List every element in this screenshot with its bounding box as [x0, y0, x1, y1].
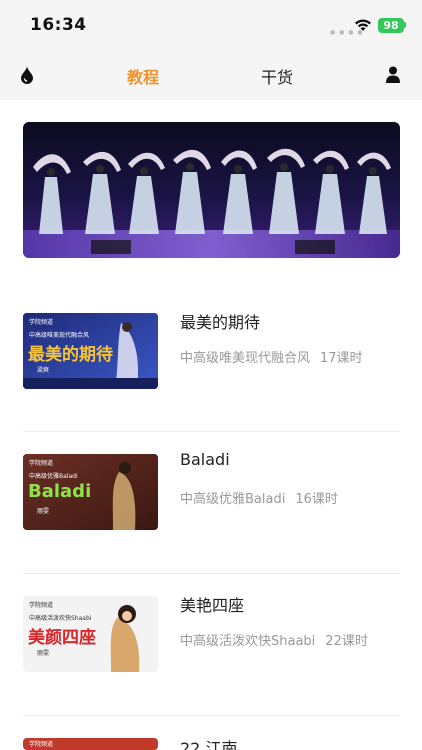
- drop-icon[interactable]: [20, 66, 34, 84]
- course-title: 22.江南: [180, 739, 238, 750]
- thumb-big-title: Baladi: [28, 481, 92, 502]
- course-level: 中高级活泼欢快Shaabi: [180, 634, 316, 649]
- status-time: 16:34: [30, 15, 87, 35]
- course-lessons: 22课时: [325, 634, 368, 649]
- course-thumbnail: 学院频道 中高级优雅Baladi Baladi 丽雯: [23, 454, 158, 530]
- thumb-big-title: 美颜四座: [28, 628, 96, 648]
- tab-tutorial[interactable]: 教程: [127, 64, 159, 88]
- divider: [23, 715, 400, 716]
- thumb-subtitle: 中高级活泼欢快Shaabi: [29, 615, 92, 622]
- thumb-subtitle: 中高级唯美现代融合风: [29, 332, 90, 339]
- course-title: 美艳四座: [180, 596, 245, 615]
- thumb-teacher: 丽雯: [37, 650, 50, 657]
- course-thumbnail: 学院频道: [23, 738, 158, 750]
- thumb-brand: 学院频道: [29, 460, 54, 467]
- thumb-brand: 学院频道: [29, 741, 54, 748]
- course-thumbnail: 学院频道 中高级唯美现代融合风 最美的期待 梁爽: [23, 313, 158, 389]
- thumb-teacher: 梁爽: [37, 367, 50, 374]
- course-item[interactable]: 学院频道 中高级唯美现代融合风 最美的期待 梁爽 最美的期待 中高级唯美现代融合…: [23, 313, 400, 454]
- thumb-teacher: 丽雯: [37, 508, 50, 515]
- course-lessons: 16课时: [295, 492, 338, 507]
- course-level: 中高级优雅Baladi: [180, 492, 286, 507]
- thumb-big-title: 最美的期待: [28, 345, 113, 365]
- status-bar: 16:34 ● ● ● ● 98: [0, 0, 422, 50]
- thumb-subtitle: 中高级优雅Baladi: [29, 473, 78, 480]
- course-title: Baladi: [180, 450, 230, 469]
- tab-goods[interactable]: 干货: [261, 64, 293, 88]
- thumb-brand: 学院频道: [29, 602, 54, 609]
- dance-performance-photo: [23, 122, 400, 258]
- course-meta: 中高级优雅Baladi 16课时: [180, 488, 338, 507]
- course-item[interactable]: 学院频道 22.江南: [23, 738, 400, 750]
- battery-level: 98: [378, 18, 404, 33]
- divider: [23, 573, 400, 574]
- course-meta: 中高级唯美现代融合风 17课时: [180, 347, 363, 366]
- course-lessons: 17课时: [320, 351, 363, 366]
- divider: [23, 431, 400, 432]
- thumb-brand: 学院频道: [29, 319, 54, 326]
- course-title: 最美的期待: [180, 313, 261, 332]
- nav-bar: 教程 干货: [0, 50, 422, 100]
- course-level: 中高级唯美现代融合风: [180, 351, 311, 366]
- battery-tip: [404, 22, 406, 28]
- banner-image[interactable]: [23, 122, 400, 258]
- course-meta: 中高级活泼欢快Shaabi 22课时: [180, 630, 368, 649]
- user-icon[interactable]: [386, 66, 400, 83]
- course-thumbnail: 学院频道 中高级活泼欢快Shaabi 美颜四座 丽雯: [23, 596, 158, 672]
- wifi-icon: [355, 19, 371, 31]
